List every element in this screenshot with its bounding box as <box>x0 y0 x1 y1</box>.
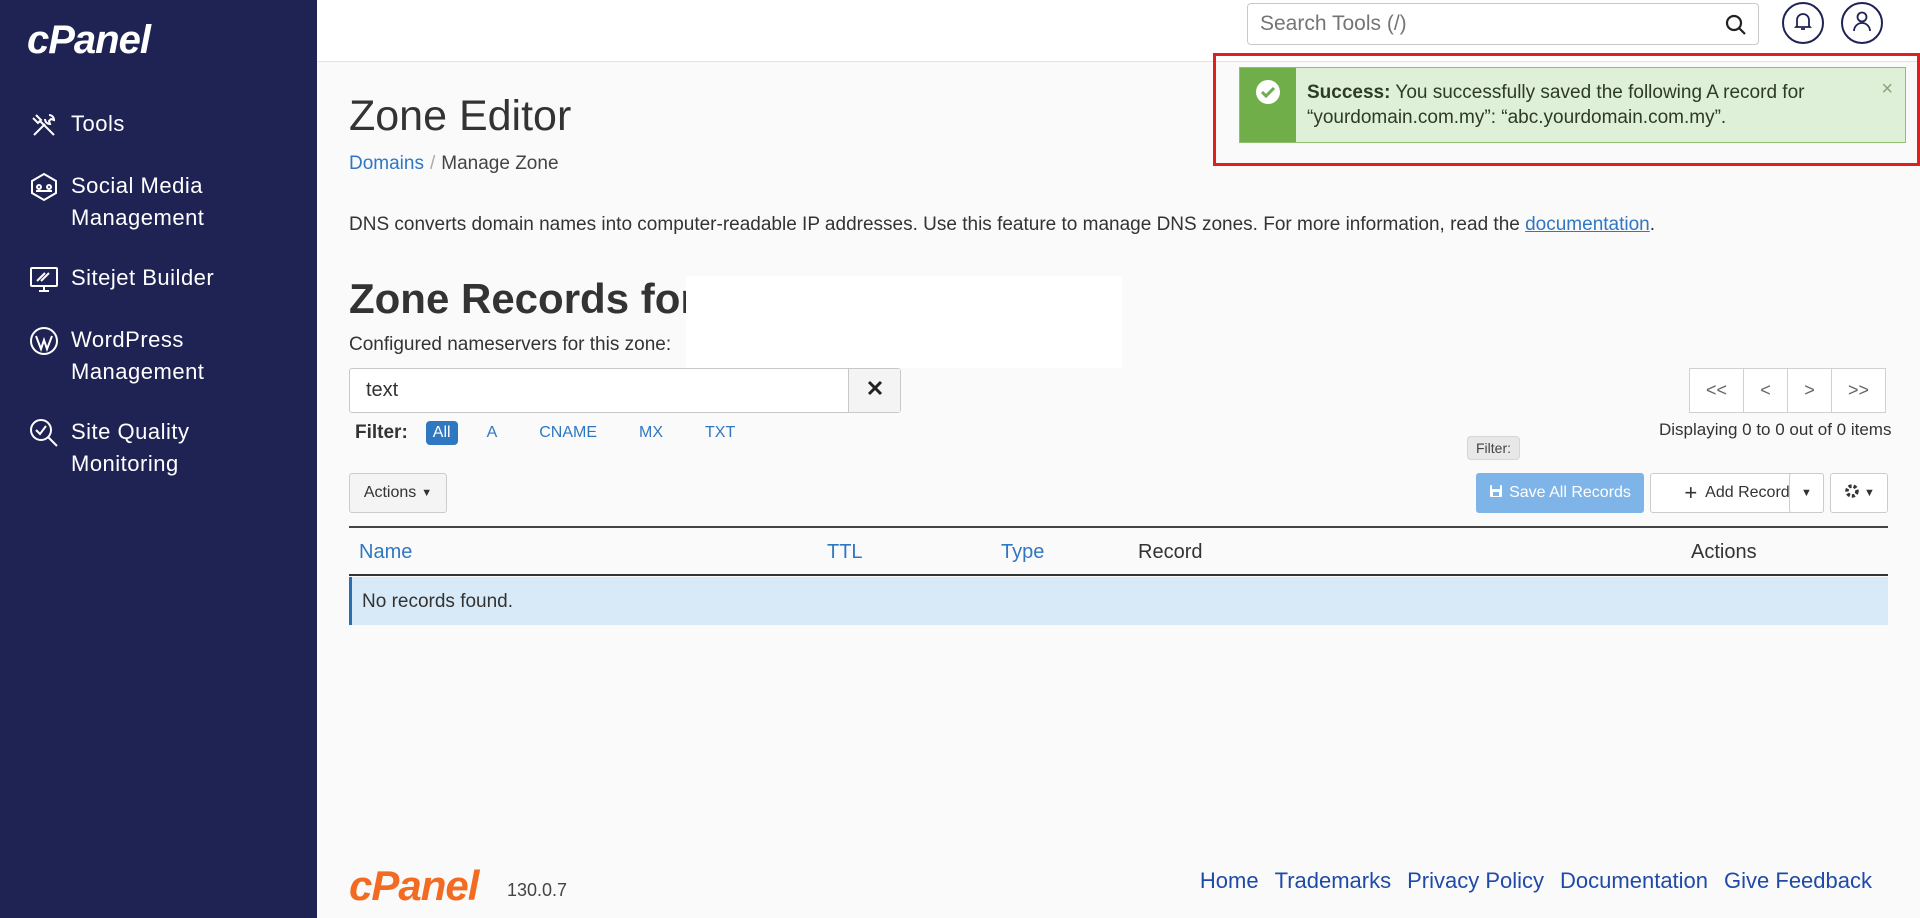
alert-message: Success: You successfully saved the foll… <box>1307 80 1847 130</box>
first-page-button[interactable]: << <box>1689 368 1744 413</box>
user-icon <box>1852 10 1872 37</box>
breadcrumb-separator: / <box>429 153 436 174</box>
sidebar-item-wordpress[interactable]: WordPress Management <box>0 324 317 388</box>
sidebar-item-label: Site Quality Monitoring <box>71 419 190 476</box>
column-name[interactable]: Name <box>359 541 412 564</box>
prev-page-button[interactable]: < <box>1743 368 1788 413</box>
sidebar: cPanel Tools Social Media Management Sit… <box>0 0 317 918</box>
social-media-icon <box>27 170 61 204</box>
type-filter: Filter: All A CNAME MX TXT <box>355 421 770 445</box>
save-all-label: Save All Records <box>1509 484 1631 501</box>
footer-link-trademarks[interactable]: Trademarks <box>1275 868 1392 894</box>
empty-table-row: No records found. <box>349 577 1888 625</box>
save-icon <box>1489 484 1503 503</box>
description-text: DNS converts domain names into computer-… <box>349 214 1526 235</box>
version-label: 130.0.7 <box>507 880 568 900</box>
filter-label: Filter: <box>355 422 408 443</box>
nameservers-label: Configured nameservers for this zone: <box>349 334 672 355</box>
no-records-message: No records found. <box>362 591 514 612</box>
add-record-dropdown-button[interactable]: ▼ <box>1789 473 1824 513</box>
site-quality-icon <box>27 416 61 450</box>
filter-all[interactable]: All <box>425 421 458 445</box>
clear-filter-button[interactable] <box>848 369 900 412</box>
last-page-button[interactable]: >> <box>1831 368 1886 413</box>
cpanel-logo[interactable]: cPanel <box>27 18 151 63</box>
clear-x-icon <box>867 380 883 401</box>
check-circle-icon <box>1254 78 1282 111</box>
sidebar-item-label: Sitejet Builder <box>71 265 215 290</box>
breadcrumb-current: Manage Zone <box>441 153 559 174</box>
search-input[interactable] <box>1248 12 1708 36</box>
footer-links: Home Trademarks Privacy Policy Documenta… <box>1184 868 1872 894</box>
records-table-header: Name TTL Type Record Actions <box>349 526 1888 576</box>
sidebar-item-site-quality[interactable]: Site Quality Monitoring <box>0 416 317 480</box>
next-page-button[interactable]: > <box>1787 368 1832 413</box>
caret-down-icon: ▼ <box>1801 487 1812 499</box>
sidebar-nav: Tools Social Media Management Sitejet Bu… <box>0 108 317 508</box>
sidebar-item-label: Social Media Management <box>71 173 205 230</box>
sidebar-item-tools[interactable]: Tools <box>0 108 317 142</box>
actions-label: Actions <box>363 484 417 501</box>
record-filter <box>349 368 901 413</box>
sidebar-item-label: Tools <box>71 111 125 136</box>
displaying-count: Displaying 0 to 0 out of 0 items <box>1659 420 1892 439</box>
filter-input[interactable] <box>366 379 846 402</box>
footer-link-documentation[interactable]: Documentation <box>1560 868 1708 894</box>
description-end: . <box>1649 214 1656 235</box>
column-ttl[interactable]: TTL <box>827 541 863 564</box>
filter-mx[interactable]: MX <box>632 421 670 445</box>
filter-tooltip: Filter: <box>1467 436 1520 460</box>
filter-a[interactable]: A <box>480 421 505 445</box>
user-menu-button[interactable] <box>1841 2 1883 44</box>
alert-strong: Success: <box>1307 82 1391 103</box>
save-all-records-button[interactable]: Save All Records <box>1476 473 1644 513</box>
search-icon[interactable] <box>1724 13 1748 37</box>
footer-link-privacy[interactable]: Privacy Policy <box>1407 868 1544 894</box>
redacted-area <box>686 276 1122 368</box>
wordpress-icon <box>27 324 61 358</box>
footer-link-feedback[interactable]: Give Feedback <box>1724 868 1872 894</box>
column-type[interactable]: Type <box>1001 541 1044 564</box>
zone-records-heading: Zone Records for “ <box>349 275 730 322</box>
sidebar-item-sitejet[interactable]: Sitejet Builder <box>0 262 317 296</box>
sidebar-item-social-media[interactable]: Social Media Management <box>0 170 317 234</box>
column-actions: Actions <box>1691 541 1757 563</box>
footer-cpanel-logo: cPanel <box>349 862 479 909</box>
add-record-label: Add Record <box>1705 484 1790 501</box>
footer-link-home[interactable]: Home <box>1200 868 1259 894</box>
plus-icon: + <box>1684 480 1698 505</box>
actions-dropdown-button[interactable]: Actions ▼ <box>349 473 447 513</box>
column-record: Record <box>1138 541 1203 563</box>
filter-txt[interactable]: TXT <box>698 421 742 445</box>
page-description: DNS converts domain names into computer-… <box>349 214 1655 236</box>
settings-dropdown-button[interactable]: ▼ <box>1830 473 1888 513</box>
close-icon[interactable]: × <box>1881 78 1893 101</box>
bell-icon <box>1793 11 1813 36</box>
caret-down-icon: ▼ <box>421 487 433 499</box>
page-title: Zone Editor <box>349 92 572 140</box>
filter-cname[interactable]: CNAME <box>532 421 604 445</box>
gear-icon <box>1843 482 1861 505</box>
sidebar-item-label: WordPress Management <box>71 327 205 384</box>
notifications-button[interactable] <box>1782 2 1824 44</box>
documentation-link[interactable]: documentation <box>1525 214 1650 235</box>
alert-stripe <box>1240 68 1296 142</box>
breadcrumb: Domains / Manage Zone <box>349 153 559 175</box>
sitejet-icon <box>27 262 61 296</box>
caret-down-icon: ▼ <box>1864 487 1875 499</box>
search-box <box>1247 3 1759 45</box>
tools-icon <box>27 108 61 142</box>
success-alert: Success: You successfully saved the foll… <box>1239 67 1906 143</box>
breadcrumb-domains-link[interactable]: Domains <box>349 153 424 174</box>
pagination: << < > >> <box>1689 368 1886 413</box>
